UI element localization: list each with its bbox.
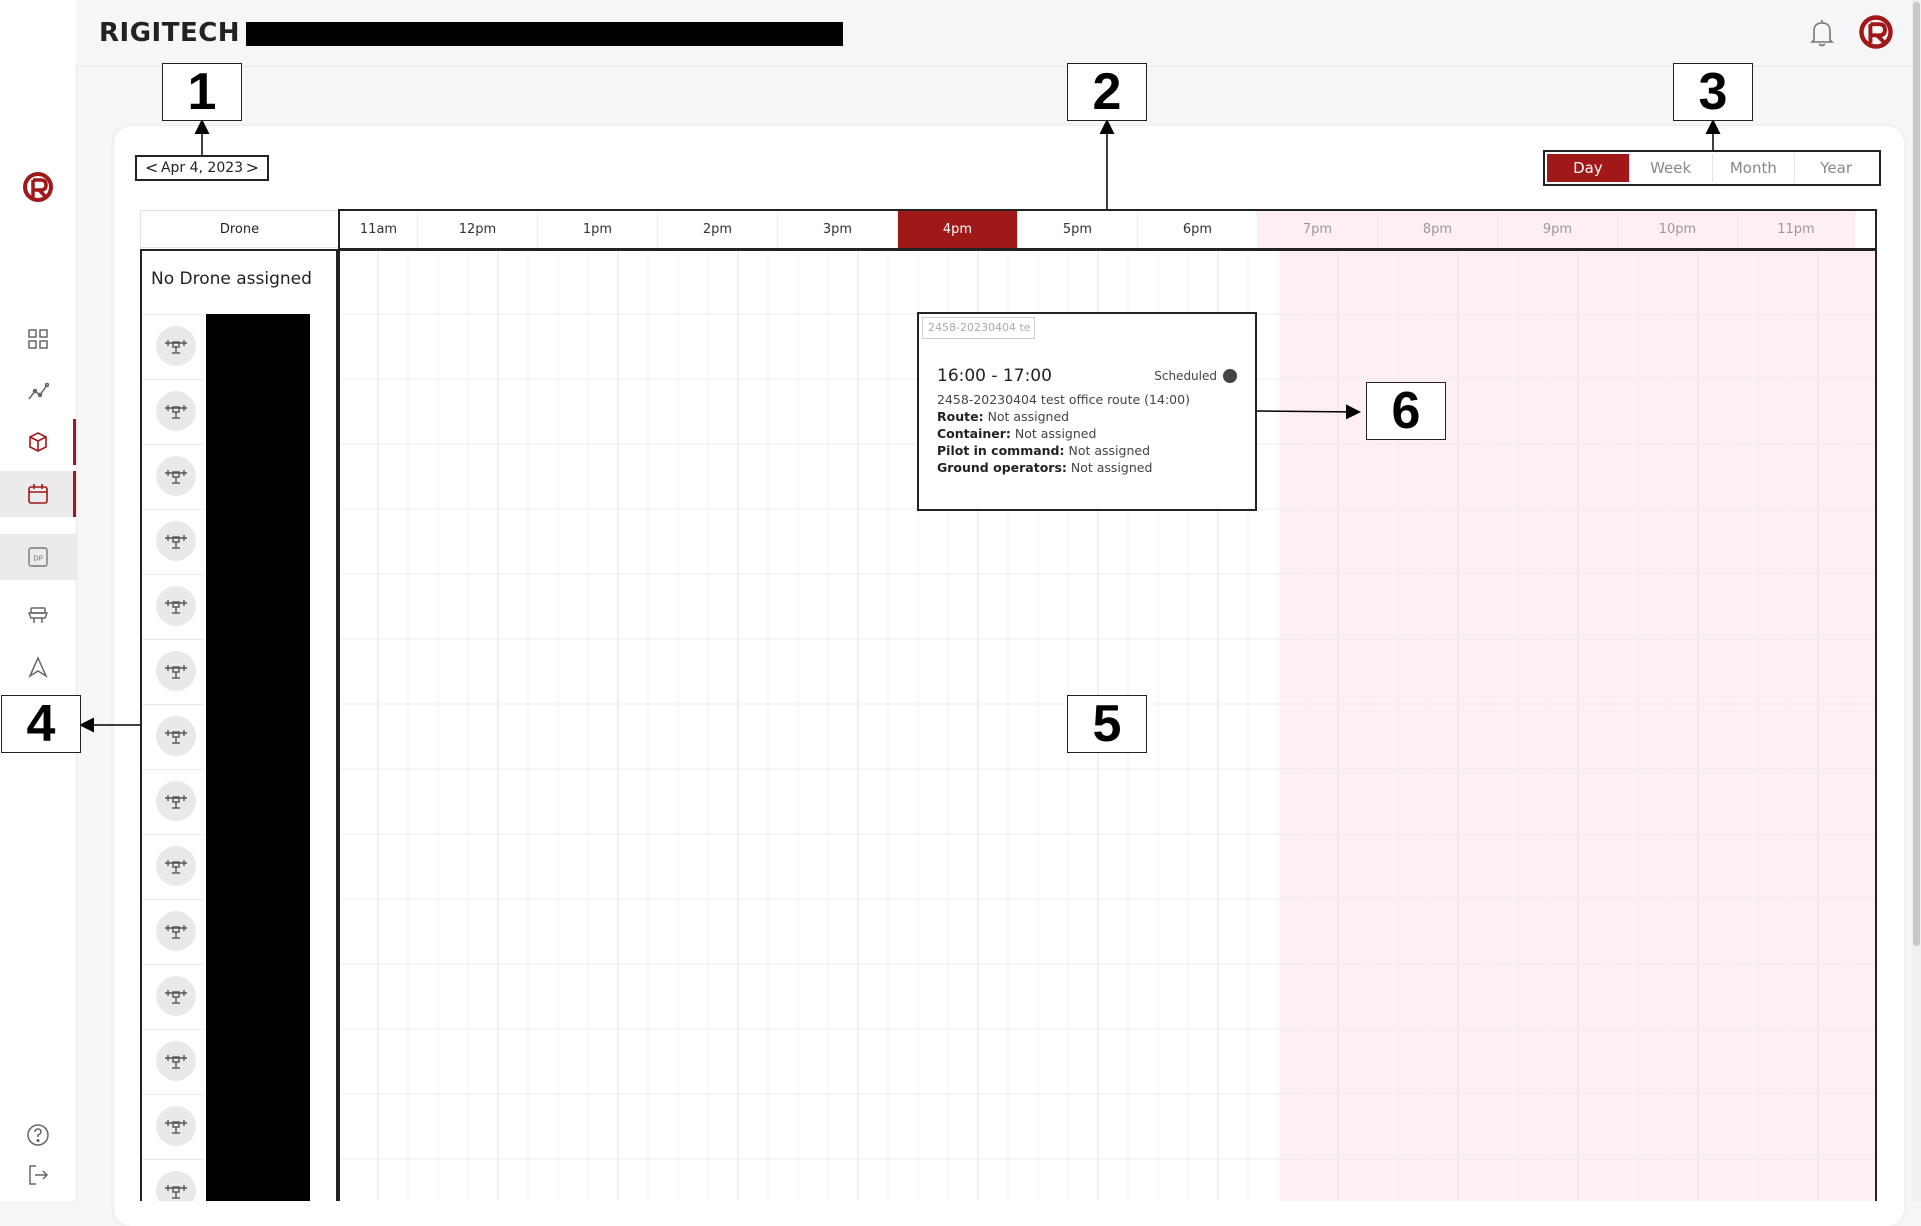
callout-6: 6 — [1366, 382, 1446, 440]
annotation-arrows — [79, 119, 1721, 733]
callout-2: 2 — [1067, 63, 1147, 121]
callout-4: 4 — [1, 695, 81, 753]
callout-3: 3 — [1673, 63, 1753, 121]
page-scrollbar[interactable] — [1912, 0, 1921, 1201]
callout-1: 1 — [162, 63, 242, 121]
scrollbar-thumb[interactable] — [1913, 2, 1920, 946]
callout-5: 5 — [1067, 695, 1147, 753]
